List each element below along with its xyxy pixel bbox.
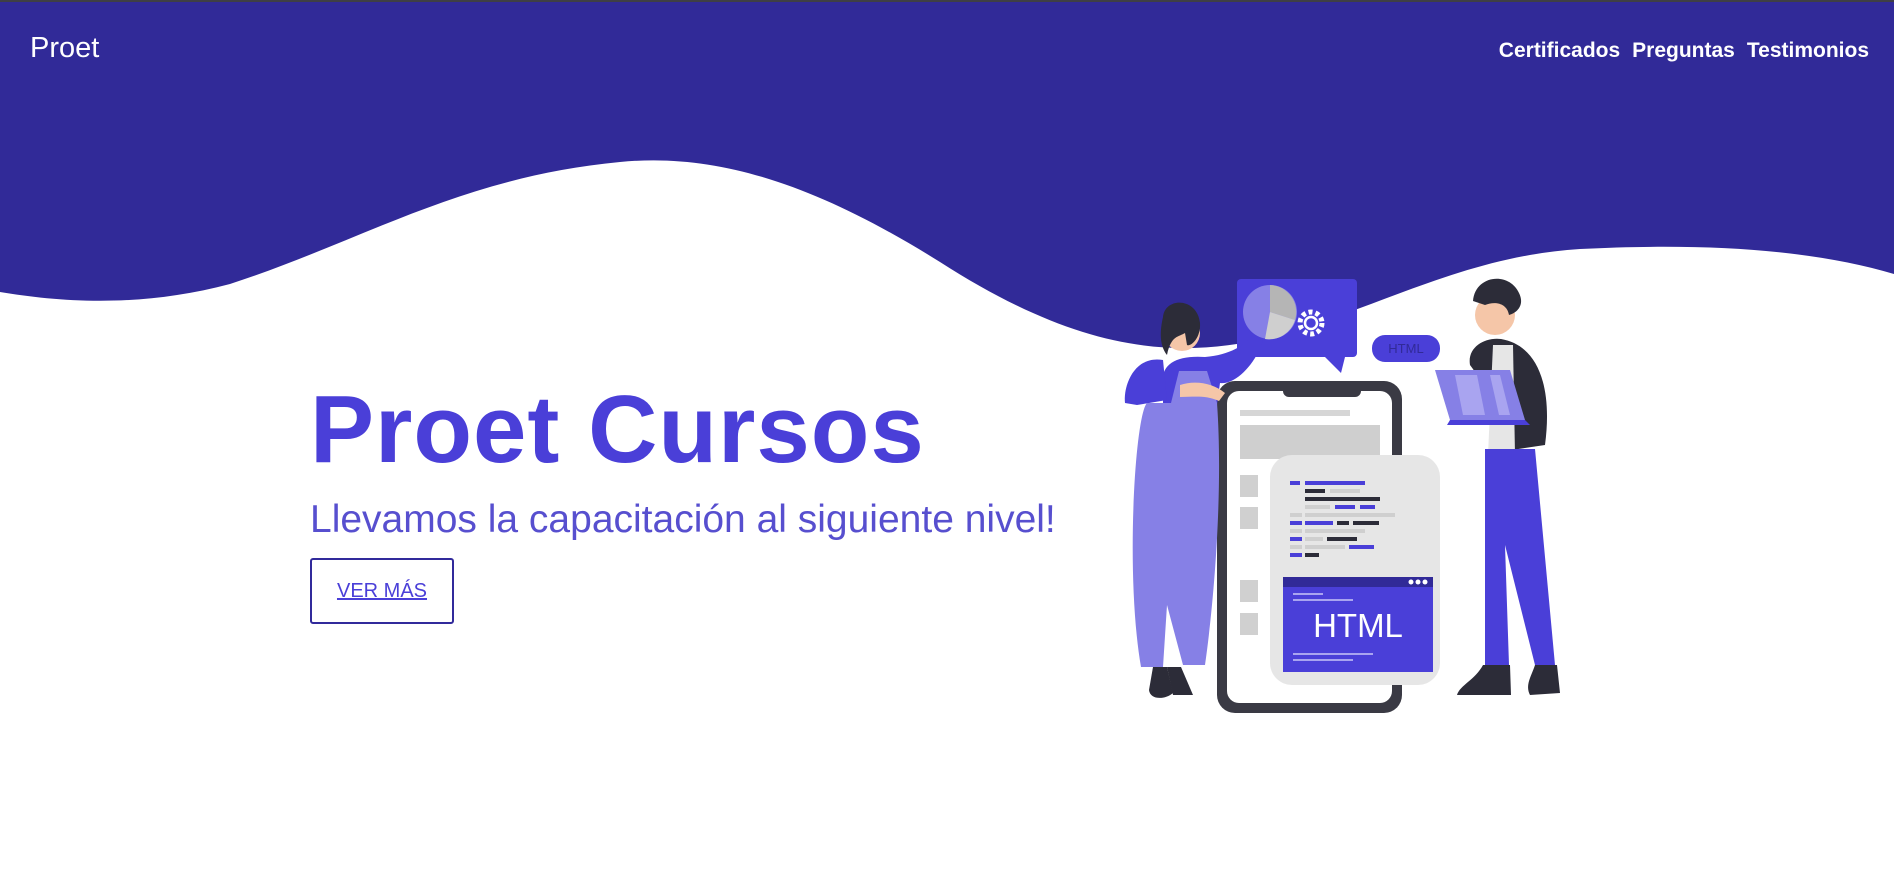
html-pill-label: HTML bbox=[1388, 341, 1423, 356]
html-window-label: HTML bbox=[1313, 607, 1403, 644]
man-figure bbox=[1435, 278, 1560, 695]
nav-links: Certificados Preguntas Testimonios bbox=[1499, 39, 1869, 63]
nav-link-testimonios[interactable]: Testimonios bbox=[1747, 39, 1869, 63]
nav-link-certificados[interactable]: Certificados bbox=[1499, 39, 1620, 63]
hero-title: Proet Cursos bbox=[310, 376, 925, 483]
brand-logo[interactable]: Proet bbox=[30, 32, 99, 65]
ver-mas-button[interactable]: VER MÁS bbox=[310, 558, 454, 624]
hero-content: Proet Cursos Llevamos la capacitación al… bbox=[310, 380, 1056, 624]
phone-notch bbox=[1283, 385, 1361, 397]
hero-subtitle: Llevamos la capacitación al siguiente ni… bbox=[310, 498, 1056, 541]
nav-link-preguntas[interactable]: Preguntas bbox=[1632, 39, 1735, 63]
hero-illustration: HTML HTML bbox=[1124, 278, 1560, 713]
navbar: Proet Certificados Preguntas Testimonios bbox=[0, 2, 1894, 98]
